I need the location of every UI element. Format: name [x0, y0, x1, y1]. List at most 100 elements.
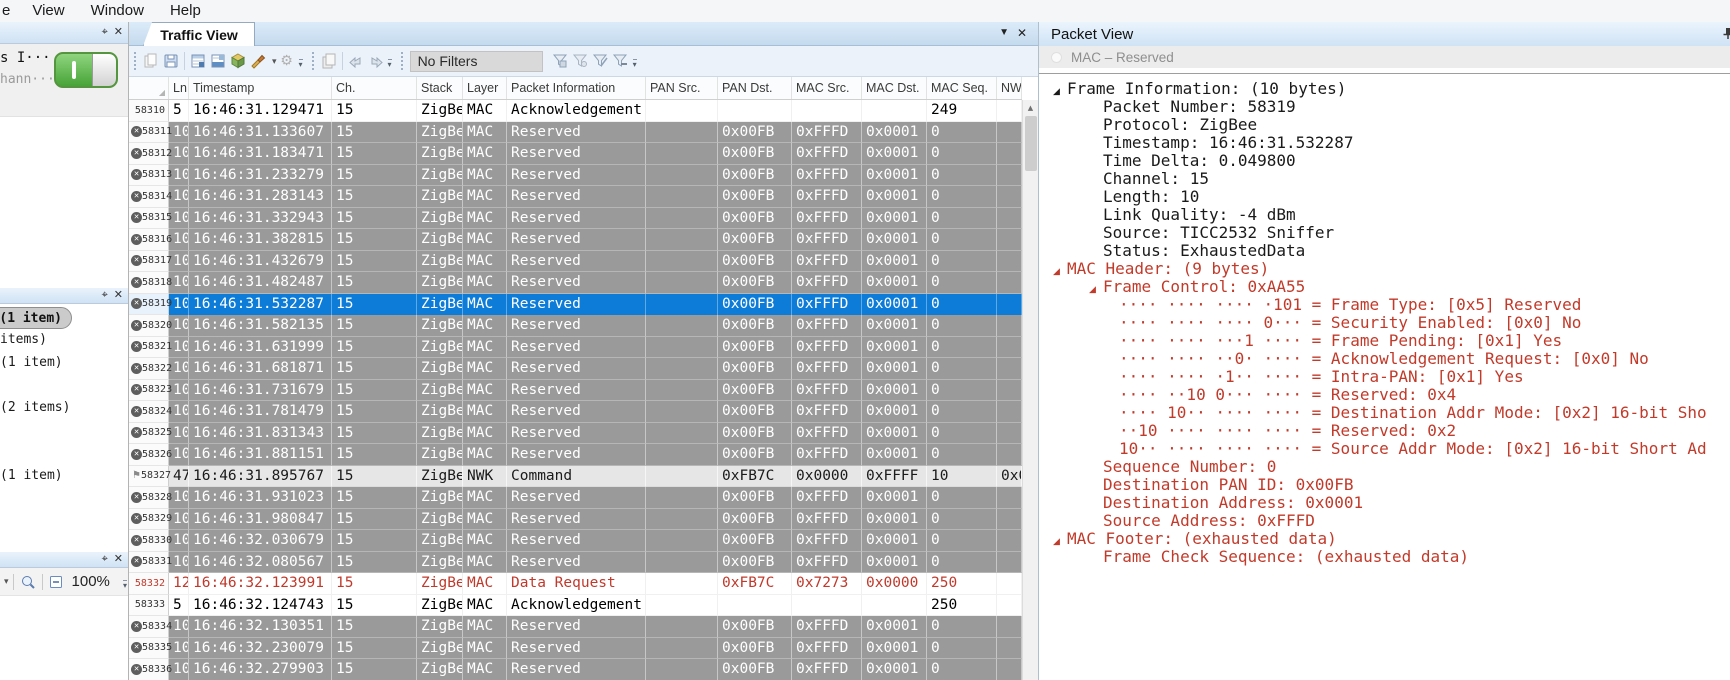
table-row[interactable]: ✕583221016:46:31.68187115ZigBeeMACReserv…	[129, 358, 1022, 380]
table-row[interactable]: ✕583131016:46:31.23327915ZigBeeMACReserv…	[129, 165, 1022, 187]
tree-expand-icon[interactable]: ◢	[1089, 281, 1103, 296]
table-row[interactable]: ✕583111016:46:31.13360715ZigBeeMACReserv…	[129, 122, 1022, 144]
column-header-pan_dst[interactable]: PAN Dst.	[718, 77, 792, 99]
item-count-badge[interactable]: (1 item)	[0, 307, 72, 329]
packet-tree-line[interactable]: ◢MAC Header: (9 bytes)	[1039, 260, 1730, 278]
filter-apply-icon[interactable]	[591, 51, 611, 71]
packet-tree-line[interactable]: ···· ···· ··0· ···· = Acknowledgement Re…	[1039, 350, 1730, 368]
table-row[interactable]: ✕583121016:46:31.18347115ZigBeeMACReserv…	[129, 143, 1022, 165]
packet-tree-line[interactable]: Source Address: 0xFFFD	[1039, 512, 1730, 530]
column-header-mac_dst[interactable]: MAC Dst.	[862, 77, 927, 99]
table-row[interactable]: ✕583181016:46:31.48248715ZigBeeMACReserv…	[129, 272, 1022, 294]
menu-item-view[interactable]: View	[19, 0, 77, 22]
chevron-down-icon[interactable]: ▾	[0, 576, 9, 587]
tree-item-count[interactable]: (1 item)	[0, 355, 63, 370]
zoom-out-icon[interactable]	[47, 572, 67, 592]
close-icon[interactable]: ✕	[114, 290, 123, 301]
packet-list-icon[interactable]	[188, 51, 208, 71]
table-row[interactable]: ✕583351016:46:32.23007915ZigBeeMACReserv…	[129, 638, 1022, 660]
packet-tree-line[interactable]: ···· ···· ···· 0··· = Security Enabled: …	[1039, 314, 1730, 332]
chevron-down-icon[interactable]: ▾	[268, 56, 277, 67]
table-row[interactable]: ✕583311016:46:32.08056715ZigBeeMACReserv…	[129, 552, 1022, 574]
table-row[interactable]: ✕583251016:46:31.83134315ZigBeeMACReserv…	[129, 423, 1022, 445]
tree-expand-icon[interactable]: ◢	[1053, 83, 1067, 98]
packet-tree-line[interactable]: Timestamp: 16:46:31.532287	[1039, 134, 1730, 152]
column-header-nwk[interactable]: NW	[997, 77, 1022, 99]
packet-tree-line[interactable]: 10·· ···· ···· ···· = Source Addr Mode: …	[1039, 440, 1730, 458]
save-icon[interactable]	[161, 51, 181, 71]
scroll-up-icon[interactable]: ▲	[1023, 100, 1038, 115]
vertical-scrollbar[interactable]: ▲	[1022, 100, 1038, 680]
gear-icon[interactable]: ⚙	[277, 51, 297, 71]
toggle-knob[interactable]	[92, 54, 116, 86]
highlight-brush-icon[interactable]	[248, 51, 268, 71]
close-icon[interactable]: ✕	[114, 27, 123, 38]
new-document-icon[interactable]	[141, 51, 161, 71]
table-row[interactable]: 58310516:46:31.12947115ZigBeeMACAcknowle…	[129, 100, 1022, 122]
packet-tree-line[interactable]: ···· ··10 0··· ···· = Reserved: 0x4	[1039, 386, 1730, 404]
table-row[interactable]: ⚑583274716:46:31.89576715ZigBeeNWKComman…	[129, 466, 1022, 488]
packet-tree-line[interactable]: ◢MAC Footer: (exhausted data)	[1039, 530, 1730, 548]
packet-tree-line[interactable]: Destination PAN ID: 0x00FB	[1039, 476, 1730, 494]
filter-remove-icon[interactable]	[611, 51, 631, 71]
filter-input[interactable]: No Filters	[410, 51, 543, 72]
packet-tree-line[interactable]: ···· ···· ·1·· ···· = Intra-PAN: [0x1] Y…	[1039, 368, 1730, 386]
magnifier-icon[interactable]	[18, 572, 38, 592]
table-row[interactable]: ✕583161016:46:31.38281515ZigBeeMACReserv…	[129, 229, 1022, 251]
toolbar-overflow-icon[interactable]: ▾	[633, 59, 637, 69]
packet-detail-icon[interactable]	[208, 51, 228, 71]
tree-item-count[interactable]: (2 items)	[0, 400, 70, 415]
packet-tree-line[interactable]: Packet Number: 58319	[1039, 98, 1730, 116]
table-row[interactable]: ✕583261016:46:31.88115115ZigBeeMACReserv…	[129, 444, 1022, 466]
close-icon[interactable]: ✕	[1017, 26, 1027, 40]
table-row[interactable]: ✕583241016:46:31.78147915ZigBeeMACReserv…	[129, 401, 1022, 423]
pin-icon[interactable]: ⌖	[102, 27, 108, 38]
table-row[interactable]: 58333516:46:32.12474315ZigBeeMACAcknowle…	[129, 595, 1022, 617]
filter-add-icon[interactable]	[551, 51, 571, 71]
copy-pages-icon[interactable]	[319, 51, 339, 71]
tab-traffic-view[interactable]: Traffic View	[143, 22, 255, 46]
close-icon[interactable]: ✕	[114, 554, 123, 565]
column-header-ln[interactable]: Ln.	[169, 77, 189, 99]
packet-tree-line[interactable]: Frame Check Sequence: (exhausted data)	[1039, 548, 1730, 566]
packet-tree-line[interactable]: ··10 ···· ···· ···· = Reserved: 0x2	[1039, 422, 1730, 440]
packet-tree-line[interactable]: ◢Frame Information: (10 bytes)	[1039, 80, 1730, 98]
toolbar-overflow-icon[interactable]: ▾	[299, 59, 303, 69]
tree-item-count[interactable]: items)	[0, 332, 47, 347]
table-row[interactable]: ✕583361016:46:32.27990315ZigBeeMACReserv…	[129, 659, 1022, 680]
toolbar-grip[interactable]	[401, 52, 403, 70]
packet-tree-line[interactable]: Channel: 15	[1039, 170, 1730, 188]
table-row[interactable]: ✕583301016:46:32.03067915ZigBeeMACReserv…	[129, 530, 1022, 552]
column-header-mac_src[interactable]: MAC Src.	[792, 77, 862, 99]
packet-tree-line[interactable]: Source: TICC2532 Sniffer	[1039, 224, 1730, 242]
table-row[interactable]: ✕583141016:46:31.28314315ZigBeeMACReserv…	[129, 186, 1022, 208]
table-row[interactable]: ✕583231016:46:31.73167915ZigBeeMACReserv…	[129, 380, 1022, 402]
packet-tree-line[interactable]: Time Delta: 0.049800	[1039, 152, 1730, 170]
table-row[interactable]: ✕583291016:46:31.98084715ZigBeeMACReserv…	[129, 509, 1022, 531]
tree-item-count[interactable]: (1 item)	[0, 468, 63, 483]
toolbar-overflow-icon[interactable]: ▾	[388, 59, 392, 69]
packet-tree-line[interactable]: Status: ExhaustedData	[1039, 242, 1730, 260]
packet-tree-line[interactable]: ···· ···· ···· ·101 = Frame Type: [0x5] …	[1039, 296, 1730, 314]
packet-tree-line[interactable]: Link Quality: -4 dBm	[1039, 206, 1730, 224]
table-row[interactable]: 583321216:46:32.12399115ZigBeeMACData Re…	[129, 573, 1022, 595]
table-row[interactable]: ✕583191016:46:31.53228715ZigBeeMACReserv…	[129, 294, 1022, 316]
menu-item-help[interactable]: Help	[157, 0, 214, 22]
table-row[interactable]: ✕583171016:46:31.43267915ZigBeeMACReserv…	[129, 251, 1022, 273]
column-header-pan_src[interactable]: PAN Src.	[646, 77, 718, 99]
column-header-mac_seq[interactable]: MAC Seq.	[927, 77, 997, 99]
capture-toggle[interactable]	[54, 52, 118, 88]
packet-tree-line[interactable]: Sequence Number: 0	[1039, 458, 1730, 476]
export-arrow-icon[interactable]	[366, 51, 386, 71]
column-header-rowheader[interactable]: ◢	[129, 77, 169, 99]
table-row[interactable]: ✕583151016:46:31.33294315ZigBeeMACReserv…	[129, 208, 1022, 230]
decode-cube-icon[interactable]	[228, 51, 248, 71]
toolbar-grip[interactable]	[134, 52, 136, 70]
menu-item-window[interactable]: Window	[78, 0, 157, 22]
column-header-info[interactable]: Packet Information	[507, 77, 646, 99]
scrollbar-thumb[interactable]	[1025, 116, 1037, 171]
pin-icon[interactable]: ⌖	[102, 554, 108, 565]
import-arrow-icon[interactable]	[346, 51, 366, 71]
filter-edit-icon[interactable]	[571, 51, 591, 71]
table-row[interactable]: ✕583201016:46:31.58213515ZigBeeMACReserv…	[129, 315, 1022, 337]
